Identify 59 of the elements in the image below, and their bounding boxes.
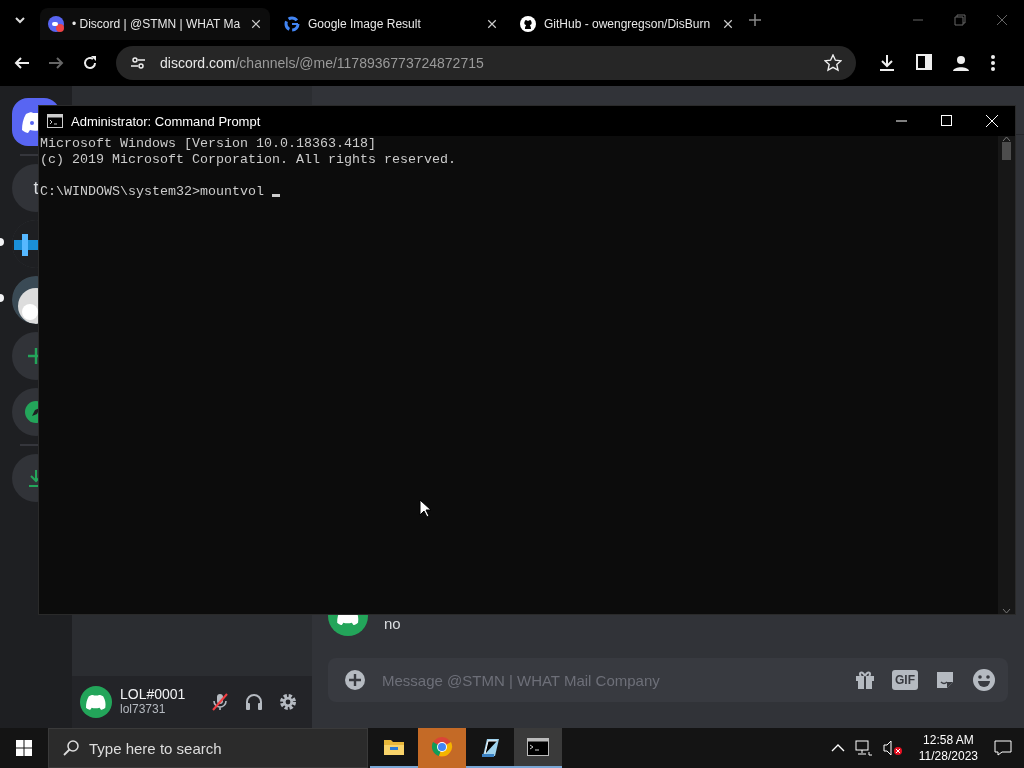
user-tag: lol73731 <box>120 702 202 717</box>
maximize-icon[interactable] <box>941 115 952 126</box>
windows-logo-icon <box>16 740 32 756</box>
download-icon <box>26 468 38 488</box>
download-icon[interactable] <box>878 54 896 72</box>
folder-icon <box>383 737 405 757</box>
username: LOL#0001 <box>120 687 187 702</box>
scroll-down-icon[interactable] <box>1002 608 1011 614</box>
plus-icon <box>26 346 38 366</box>
console-text: Microsoft Windows [Version 10.0.18363.418] <box>40 136 377 152</box>
settings-icon[interactable] <box>278 692 298 712</box>
add-circle-icon[interactable] <box>344 669 366 691</box>
mouse-cursor-icon <box>419 499 431 518</box>
headphones-icon[interactable] <box>244 692 264 712</box>
plus-icon[interactable] <box>748 13 762 27</box>
discord-logo-icon <box>22 111 38 133</box>
gif-button[interactable]: GIF <box>892 670 918 690</box>
console-icon <box>527 738 549 756</box>
browser-tab[interactable]: Google Image Result <box>276 8 506 40</box>
emoji-icon[interactable] <box>972 668 996 692</box>
chevron-up-icon[interactable] <box>830 743 845 753</box>
taskbar-app-button[interactable] <box>514 728 562 768</box>
search-icon <box>63 740 79 756</box>
user-avatar[interactable] <box>80 686 112 718</box>
sticker-icon[interactable] <box>934 669 956 691</box>
url-text: discord.com/channels/@me/1178936773724872715 <box>160 55 485 71</box>
menu-icon[interactable] <box>990 54 996 72</box>
scroll-thumb[interactable] <box>1002 142 1011 160</box>
network-icon[interactable] <box>854 740 873 756</box>
side-panel-icon[interactable] <box>916 54 932 70</box>
star-icon[interactable] <box>824 54 842 72</box>
muted-microphone-icon <box>210 692 230 712</box>
gift-icon[interactable] <box>854 669 876 691</box>
chevron-down-icon[interactable] <box>14 14 26 26</box>
notepad-icon <box>479 736 501 758</box>
profile-icon[interactable] <box>952 54 970 72</box>
back-arrow-icon[interactable] <box>14 55 30 71</box>
message-text: no <box>384 615 401 634</box>
address-bar[interactable]: discord.com/channels/@me/1178936773724872715 <box>116 46 856 80</box>
clock[interactable]: 12:58 AM 11/28/2023 <box>918 732 978 764</box>
window-title: Administrator: Command Prompt <box>71 113 262 129</box>
taskbar-search-field[interactable]: Type here to search <box>48 728 368 768</box>
microphone-button[interactable] <box>210 692 230 712</box>
chrome-icon <box>431 736 453 758</box>
google-icon <box>284 16 300 32</box>
browser-tab[interactable]: • Discord | @STMN | WHAT Ma <box>40 8 270 40</box>
browser-tab[interactable]: GitHub - owengregson/DisBurn <box>512 8 742 40</box>
site-settings-icon[interactable] <box>130 55 146 71</box>
muted-speaker-icon[interactable] <box>882 740 903 756</box>
console-icon <box>47 114 63 128</box>
forward-arrow-icon[interactable] <box>48 55 64 71</box>
github-icon <box>520 16 536 32</box>
discord-logo-icon <box>86 694 106 710</box>
scroll-up-icon[interactable] <box>1002 136 1011 142</box>
text-cursor <box>271 194 280 197</box>
reload-icon[interactable] <box>82 55 98 71</box>
app-icon <box>48 16 64 32</box>
notification-icon[interactable] <box>994 740 1012 756</box>
scrollbar[interactable] <box>998 136 1015 614</box>
